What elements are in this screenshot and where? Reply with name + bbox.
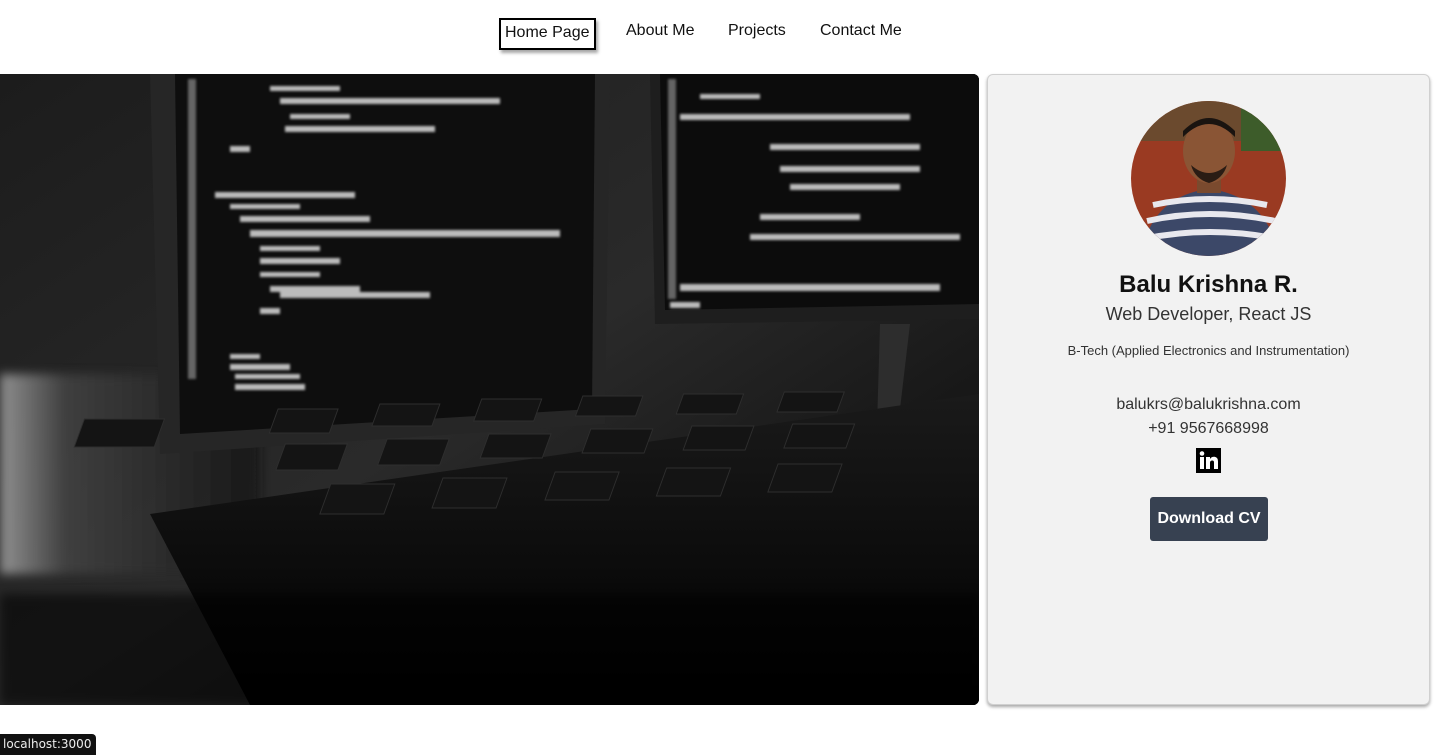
profile-photo [1131,101,1286,256]
linkedin-icon[interactable] [1196,448,1221,473]
profile-card: Balu Krishna R. Web Developer, React JS … [987,74,1430,705]
top-navigation: Home Page About Me Projects Contact Me [0,0,1437,62]
nav-contact-me[interactable]: Contact Me [820,18,902,46]
profile-role: Web Developer, React JS [1105,304,1312,324]
profile-phone: +91 9567668998 [1148,420,1269,437]
hero-image [0,74,979,705]
nav-home-page[interactable]: Home Page [499,18,596,50]
profile-degree: B-Tech (Applied Electronics and Instrume… [1067,343,1350,358]
nav-about-me[interactable]: About Me [626,18,694,46]
profile-name: Balu Krishna R. [1119,271,1298,298]
status-bar-url: localhost:3000 [0,734,97,755]
profile-email: balukrs@balukrishna.com [1116,396,1301,413]
nav-projects[interactable]: Projects [728,18,786,46]
download-cv-button[interactable]: Download CV [1150,497,1268,541]
hero-code-keyboard-photo [0,74,979,705]
avatar [1131,101,1286,256]
